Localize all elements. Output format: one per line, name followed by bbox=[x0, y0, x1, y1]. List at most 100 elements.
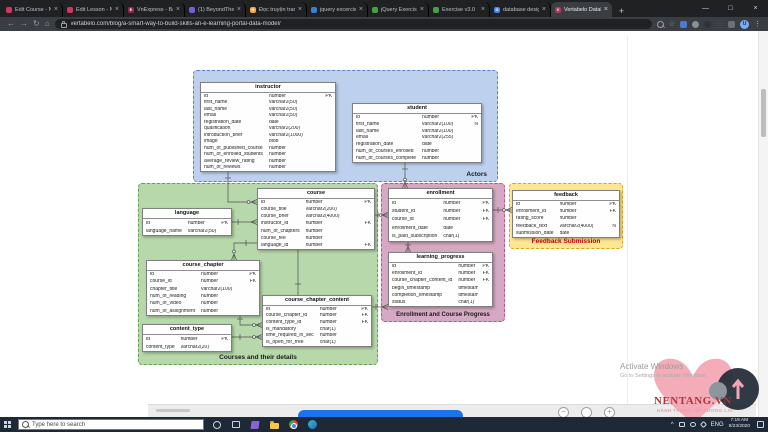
menu-kebab-icon[interactable]: ⋮ bbox=[754, 21, 761, 28]
browser-tab[interactable]: EVnExpress - Báo tiế× bbox=[124, 2, 185, 17]
tab-close-icon[interactable]: × bbox=[481, 6, 485, 13]
tab-close-icon[interactable]: × bbox=[359, 6, 363, 13]
er-column-type: varchar2(50) bbox=[269, 113, 321, 118]
er-column-key: FK bbox=[478, 278, 492, 283]
page-scrollbar[interactable] bbox=[758, 31, 768, 417]
tab-close-icon[interactable]: × bbox=[420, 6, 424, 13]
maximize-button[interactable]: □ bbox=[718, 0, 743, 17]
er-column-type: number bbox=[422, 156, 467, 161]
er-column-type: number bbox=[188, 221, 217, 226]
region-label-courses: Courses and their details bbox=[219, 354, 297, 361]
er-column-name: id bbox=[389, 201, 443, 206]
er-table-content-type[interactable]: content_typeidnumberPKcontent_typevarcha… bbox=[142, 324, 232, 352]
er-table-course-chapter[interactable]: course_chapteridnumberPKcourse_idnumberF… bbox=[146, 260, 260, 316]
browser-tab[interactable]: jQuery Exercises× bbox=[368, 2, 429, 17]
er-column-type: number bbox=[269, 159, 321, 164]
er-column-type: number bbox=[306, 200, 361, 205]
browser-tab[interactable]: (1) BeyondThe× bbox=[185, 2, 246, 17]
forward-icon[interactable]: → bbox=[20, 20, 28, 28]
close-button[interactable]: × bbox=[743, 0, 768, 17]
tab-favicon bbox=[311, 7, 317, 13]
browser-tab[interactable]: NĐọc truyện tranh o× bbox=[246, 2, 307, 17]
browser-tab[interactable]: VVertabelo Database× bbox=[551, 2, 612, 17]
er-table-instructor[interactable]: instructoridnumberPKfirst_namevarchar2(5… bbox=[200, 82, 336, 172]
file-explorer-button[interactable] bbox=[268, 419, 280, 431]
tab-favicon bbox=[372, 7, 378, 13]
er-column-name: chapter_title bbox=[147, 287, 201, 292]
er-column-type: varchar2(4000) bbox=[560, 224, 606, 229]
browser-tab[interactable]: Edit Course - Nền tả× bbox=[2, 2, 63, 17]
hidden-icons-chevron[interactable]: ^ bbox=[671, 422, 674, 428]
er-table-language[interactable]: languageidnumberPKlanguage_namevarchar2(… bbox=[142, 208, 232, 236]
start-button[interactable] bbox=[0, 417, 14, 432]
extension-icon-2[interactable] bbox=[692, 21, 699, 28]
er-column-type: varchar2(255) bbox=[422, 135, 467, 140]
tab-close-icon[interactable]: × bbox=[115, 6, 119, 13]
er-table-enrollment[interactable]: enrollmentidnumberPKstudent_idnumberFKco… bbox=[388, 188, 493, 242]
visual-studio-button[interactable] bbox=[249, 419, 261, 431]
er-column-name: completion_timestamp bbox=[389, 293, 458, 298]
er-table-title: course_chapter_content bbox=[263, 296, 371, 306]
er-table-course[interactable]: courseidnumberPKcourse_titlevarchar2(200… bbox=[257, 188, 375, 250]
scrollbar-thumb[interactable] bbox=[761, 89, 766, 137]
profile-avatar[interactable]: U bbox=[740, 20, 749, 29]
er-column-name: registration_date bbox=[353, 142, 422, 147]
network-icon[interactable] bbox=[690, 422, 696, 427]
er-column-name: first_name bbox=[201, 100, 269, 105]
er-table-feedback[interactable]: feedbackidnumberPKenrollment_idnumberFKr… bbox=[512, 190, 620, 238]
er-column-name: registration_date bbox=[201, 120, 269, 125]
browser-tab[interactable]: jquery excercise - T× bbox=[307, 2, 368, 17]
tab-close-icon[interactable]: × bbox=[237, 6, 241, 13]
minimize-button[interactable]: — bbox=[693, 0, 718, 17]
tab-favicon: E bbox=[128, 7, 134, 13]
edge-button[interactable] bbox=[306, 419, 318, 431]
address-bar[interactable]: vertabelo.com/blog/a-smart-way-to-build-… bbox=[55, 19, 652, 29]
chrome-button[interactable] bbox=[287, 419, 299, 431]
tab-close-icon[interactable]: × bbox=[542, 6, 546, 13]
bookmark-star-icon[interactable]: ☆ bbox=[669, 21, 675, 28]
language-indicator[interactable]: ENG bbox=[711, 422, 724, 428]
er-column-name: begin_timestamp bbox=[389, 286, 458, 291]
taskbar-search-input[interactable]: Type here to search bbox=[18, 419, 204, 430]
extension-icon-3[interactable] bbox=[704, 21, 711, 28]
er-column-name: num_of_video bbox=[147, 301, 201, 306]
er-table-title: learning_progress bbox=[389, 253, 492, 263]
tab-favicon: N bbox=[250, 7, 256, 13]
new-tab-button[interactable]: + bbox=[615, 4, 628, 17]
er-column-type: varchar2(100) bbox=[201, 287, 245, 292]
tab-close-icon[interactable]: × bbox=[298, 6, 302, 13]
tab-close-icon[interactable]: × bbox=[176, 6, 180, 13]
er-table-course-chapter-content[interactable]: course_chapter_contentidnumberPKcourse_c… bbox=[262, 295, 372, 347]
er-column-type: char(1) bbox=[320, 340, 358, 345]
er-column-name: language_id bbox=[258, 243, 306, 248]
search-icon bbox=[22, 421, 29, 428]
er-column-type: number bbox=[458, 278, 478, 283]
pen-icon[interactable] bbox=[700, 421, 707, 428]
zoom-indicator-icon[interactable] bbox=[657, 21, 664, 28]
article-right-border bbox=[627, 36, 628, 404]
er-table-student[interactable]: studentidnumberPKfirst_namevarchar2(100)… bbox=[352, 103, 482, 163]
er-column-name: student_id bbox=[389, 209, 443, 214]
tab-close-icon[interactable]: × bbox=[54, 6, 58, 13]
reload-icon[interactable]: ↻ bbox=[33, 20, 40, 28]
er-column-name: course_id bbox=[147, 279, 201, 284]
back-icon[interactable]: ← bbox=[7, 20, 15, 28]
er-column-name: id bbox=[513, 202, 560, 207]
taskbar-clock[interactable]: 7:19 AM 9/23/2020 bbox=[729, 419, 750, 430]
er-column-type: number bbox=[320, 313, 358, 318]
cortana-button[interactable] bbox=[211, 419, 223, 431]
action-center-icon[interactable] bbox=[757, 421, 764, 428]
onedrive-icon[interactable] bbox=[679, 422, 685, 427]
browser-tab[interactable]: Edit Lesson - Nền tả× bbox=[63, 2, 124, 17]
er-column-name: num_of_published_course bbox=[201, 146, 269, 151]
er-table-title: course bbox=[258, 189, 374, 199]
er-table-learning-progress[interactable]: learning_progressidnumberPKenrollment_id… bbox=[388, 252, 493, 307]
extension-icon-1[interactable] bbox=[680, 21, 687, 28]
tab-close-icon[interactable]: × bbox=[604, 6, 608, 13]
extension-icon-4[interactable] bbox=[716, 21, 723, 28]
home-icon[interactable]: ⌂ bbox=[45, 20, 50, 28]
task-view-button[interactable] bbox=[230, 419, 242, 431]
extension-icon-5[interactable] bbox=[728, 21, 735, 28]
browser-tab[interactable]: Exercise v3.0× bbox=[429, 2, 490, 17]
browser-tab[interactable]: Gdatabase design fo× bbox=[490, 2, 551, 17]
